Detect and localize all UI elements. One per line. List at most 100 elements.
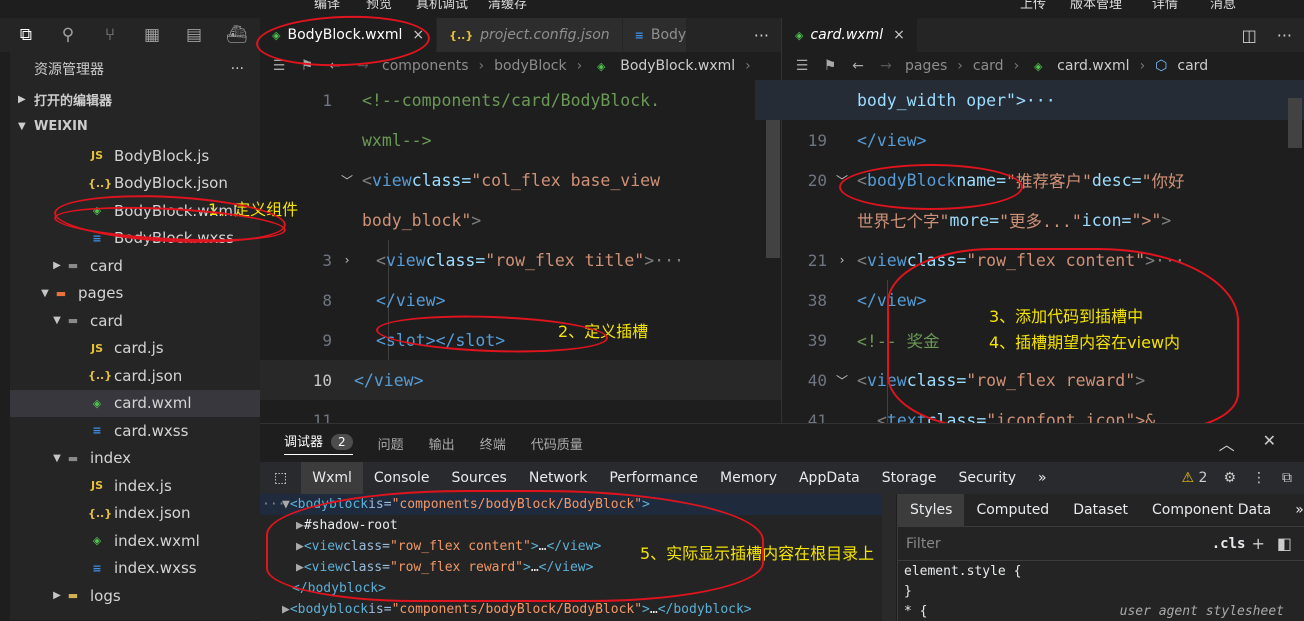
styles-pane: Styles Computed Dataset Component Data »… <box>897 493 1304 621</box>
more-tabs-icon[interactable]: » <box>1283 494 1304 527</box>
toolbar-version[interactable]: 版本管理 <box>1070 0 1122 12</box>
more-actions-icon[interactable]: ··· <box>754 26 769 45</box>
toolbar-messages[interactable]: 消息 <box>1210 0 1236 12</box>
filter-input[interactable]: Filter <box>906 536 941 552</box>
tree-item-index[interactable]: ▼ ▬ index <box>10 445 260 473</box>
open-editors-section[interactable]: ▶ 打开的编辑器 <box>10 86 260 113</box>
tree-item-index-json[interactable]: {..} index.json <box>10 500 260 528</box>
tab-styles[interactable]: Styles <box>898 493 965 527</box>
tree-item-index-wxml[interactable]: ◈ index.wxml <box>10 527 260 555</box>
tree-item-card[interactable]: ▼ ▬ card <box>10 307 260 335</box>
devtools-tab-security[interactable]: Security <box>948 462 1028 494</box>
inspect-icon[interactable]: ⬚ <box>260 462 301 494</box>
tree-item-card[interactable]: ▶ ▬ card <box>10 252 260 280</box>
toolbar-preview[interactable]: 预览 <box>366 0 392 12</box>
breadcrumb-item[interactable]: components <box>382 58 469 74</box>
workspace-section[interactable]: ▼ WEIXIN <box>10 113 260 140</box>
line-number: 8 <box>322 290 332 310</box>
ua-stylesheet-label: user agent stylesheet <box>1119 603 1284 619</box>
warning-count[interactable]: 2 <box>1199 470 1208 486</box>
list-icon[interactable]: ☰ <box>793 58 811 74</box>
tab-computed[interactable]: Computed <box>964 494 1061 527</box>
workspace-label: WEIXIN <box>34 119 88 134</box>
breadcrumb-item[interactable]: pages <box>905 58 947 74</box>
editor-group-right: ◈ card.wxml × ◫ ··· ☰ ⚑ ← → pages › card › … <box>755 18 1304 440</box>
devtools-tab-performance[interactable]: Performance <box>598 462 709 494</box>
tree-item-pages[interactable]: ▼ ▬ pages <box>10 280 260 308</box>
chevron-right-icon: ▶ <box>18 94 26 105</box>
line-number: 10 <box>312 370 332 390</box>
code-comment: wxml--> <box>362 130 432 150</box>
tree-item-label: logs <box>90 586 121 605</box>
tree-node-bodyblock-2[interactable]: ▶ <bodyblock is= "components/bodyBlock/Bod… <box>260 599 882 620</box>
kebab-menu-icon[interactable]: ⋮ <box>1252 470 1266 486</box>
folder-file-icon: ▬ <box>67 451 79 465</box>
tab-problems[interactable]: 问题 <box>378 434 404 453</box>
tree-item-bodyblock-json[interactable]: {..} BodyBlock.json <box>10 170 260 198</box>
storage-icon[interactable]: ▤ <box>184 25 204 45</box>
toolbar-clear-cache[interactable]: 清缓存 <box>488 0 527 12</box>
breadcrumb-item[interactable]: BodyBlock.wxml <box>620 58 735 74</box>
tree-item-card-json[interactable]: {..} card.json <box>10 362 260 390</box>
chevron-right-icon[interactable]: › <box>332 253 362 267</box>
devtools-tab-appdata[interactable]: AppData <box>788 462 871 494</box>
code-string: "row_flex title" <box>485 250 645 270</box>
explorer-icon[interactable]: ⧉ <box>16 25 36 45</box>
search-icon[interactable]: ⚲ <box>58 25 78 45</box>
breadcrumb-item[interactable]: card <box>973 58 1004 74</box>
devtools-tab-storage[interactable]: Storage <box>871 462 948 494</box>
tree-item-card-js[interactable]: JS card.js <box>10 335 260 363</box>
devtools-tab-wxml[interactable]: Wxml <box>301 462 363 494</box>
breadcrumb-item[interactable]: bodyBlock <box>494 58 567 74</box>
tree-item-index-wxss[interactable]: ≡ index.wxss <box>10 555 260 583</box>
extensions-icon[interactable]: ▦ <box>142 25 162 45</box>
explorer-more-button[interactable]: ··· <box>231 61 244 77</box>
tree-item-card-wxss[interactable]: ≡ card.wxss <box>10 417 260 445</box>
toolbar-compile[interactable]: 编译 <box>314 0 340 12</box>
close-icon[interactable]: × <box>893 27 905 43</box>
logsf-file-icon: ▬ <box>67 589 79 603</box>
devtools-tab-console[interactable]: Console <box>363 462 441 494</box>
tab-project-config-json[interactable]: {..} project.config.json <box>437 18 623 52</box>
toolbar-real-debug[interactable]: 真机调试 <box>416 0 468 12</box>
tree-item-bodyblock-js[interactable]: JS BodyBlock.js <box>10 142 260 170</box>
chevron-up-icon[interactable]: ︿ <box>1219 431 1235 455</box>
tab-code-quality[interactable]: 代码质量 <box>531 434 583 453</box>
split-editor-icon[interactable]: ◫ <box>1242 26 1257 45</box>
chevron-down-icon[interactable]: ﹀ <box>827 372 857 389</box>
style-rules: element.style { } * {user agent styleshe… <box>898 561 1304 621</box>
tab-debugger[interactable]: 调试器 2 <box>284 431 353 455</box>
devtools-tab-memory[interactable]: Memory <box>709 462 788 494</box>
tab-card-wxml[interactable]: ◈ card.wxml × <box>783 18 918 52</box>
gear-icon[interactable]: ⚙ <box>1223 470 1236 486</box>
docker-icon[interactable]: ⛴ <box>226 25 248 45</box>
toolbar-upload[interactable]: 上传 <box>1020 0 1046 12</box>
bookmark-icon[interactable]: ⚑ <box>821 58 839 74</box>
close-icon[interactable]: ✕ <box>1263 431 1276 455</box>
tab-body-wxss[interactable]: ≡ Body <box>622 18 688 52</box>
chevron-down-icon: ▼ <box>18 121 26 132</box>
more-actions-icon[interactable]: ··· <box>1277 26 1292 45</box>
breadcrumb-item[interactable]: card <box>1177 58 1208 74</box>
tab-terminal[interactable]: 终端 <box>480 434 506 453</box>
more-tabs-icon[interactable]: » <box>1027 462 1058 494</box>
forward-arrow-icon[interactable]: → <box>877 58 895 74</box>
tab-output[interactable]: 输出 <box>429 434 455 453</box>
code-editor-left[interactable]: 1 <!--components/card/BodyBlock. wxml--> … <box>260 80 781 440</box>
tab-component-data[interactable]: Component Data <box>1140 494 1283 527</box>
chevron-down-icon[interactable]: ﹀ <box>332 172 362 189</box>
source-control-icon[interactable]: ⑂ <box>100 25 120 45</box>
tab-dataset[interactable]: Dataset <box>1061 494 1140 527</box>
tree-item-card-wxml[interactable]: ◈ card.wxml <box>10 389 260 417</box>
tree-item-index-js[interactable]: JS index.js <box>10 472 260 500</box>
styles-filter[interactable]: Filter .cls + ◧ <box>898 527 1304 561</box>
breadcrumb-item[interactable]: card.wxml <box>1057 58 1129 74</box>
add-rule-icon[interactable]: + <box>1251 534 1264 553</box>
toolbar-details[interactable]: 详情 <box>1152 0 1178 12</box>
chevron-right-icon[interactable]: › <box>827 253 857 267</box>
tree-item-logs[interactable]: ▶ ▬ logs <box>10 582 260 610</box>
dock-icon[interactable]: ⧉ <box>1282 470 1292 486</box>
sidebar-toggle-icon[interactable]: ◧ <box>1277 534 1292 553</box>
cls-toggle[interactable]: .cls <box>1212 536 1246 552</box>
back-arrow-icon[interactable]: ← <box>849 58 867 74</box>
